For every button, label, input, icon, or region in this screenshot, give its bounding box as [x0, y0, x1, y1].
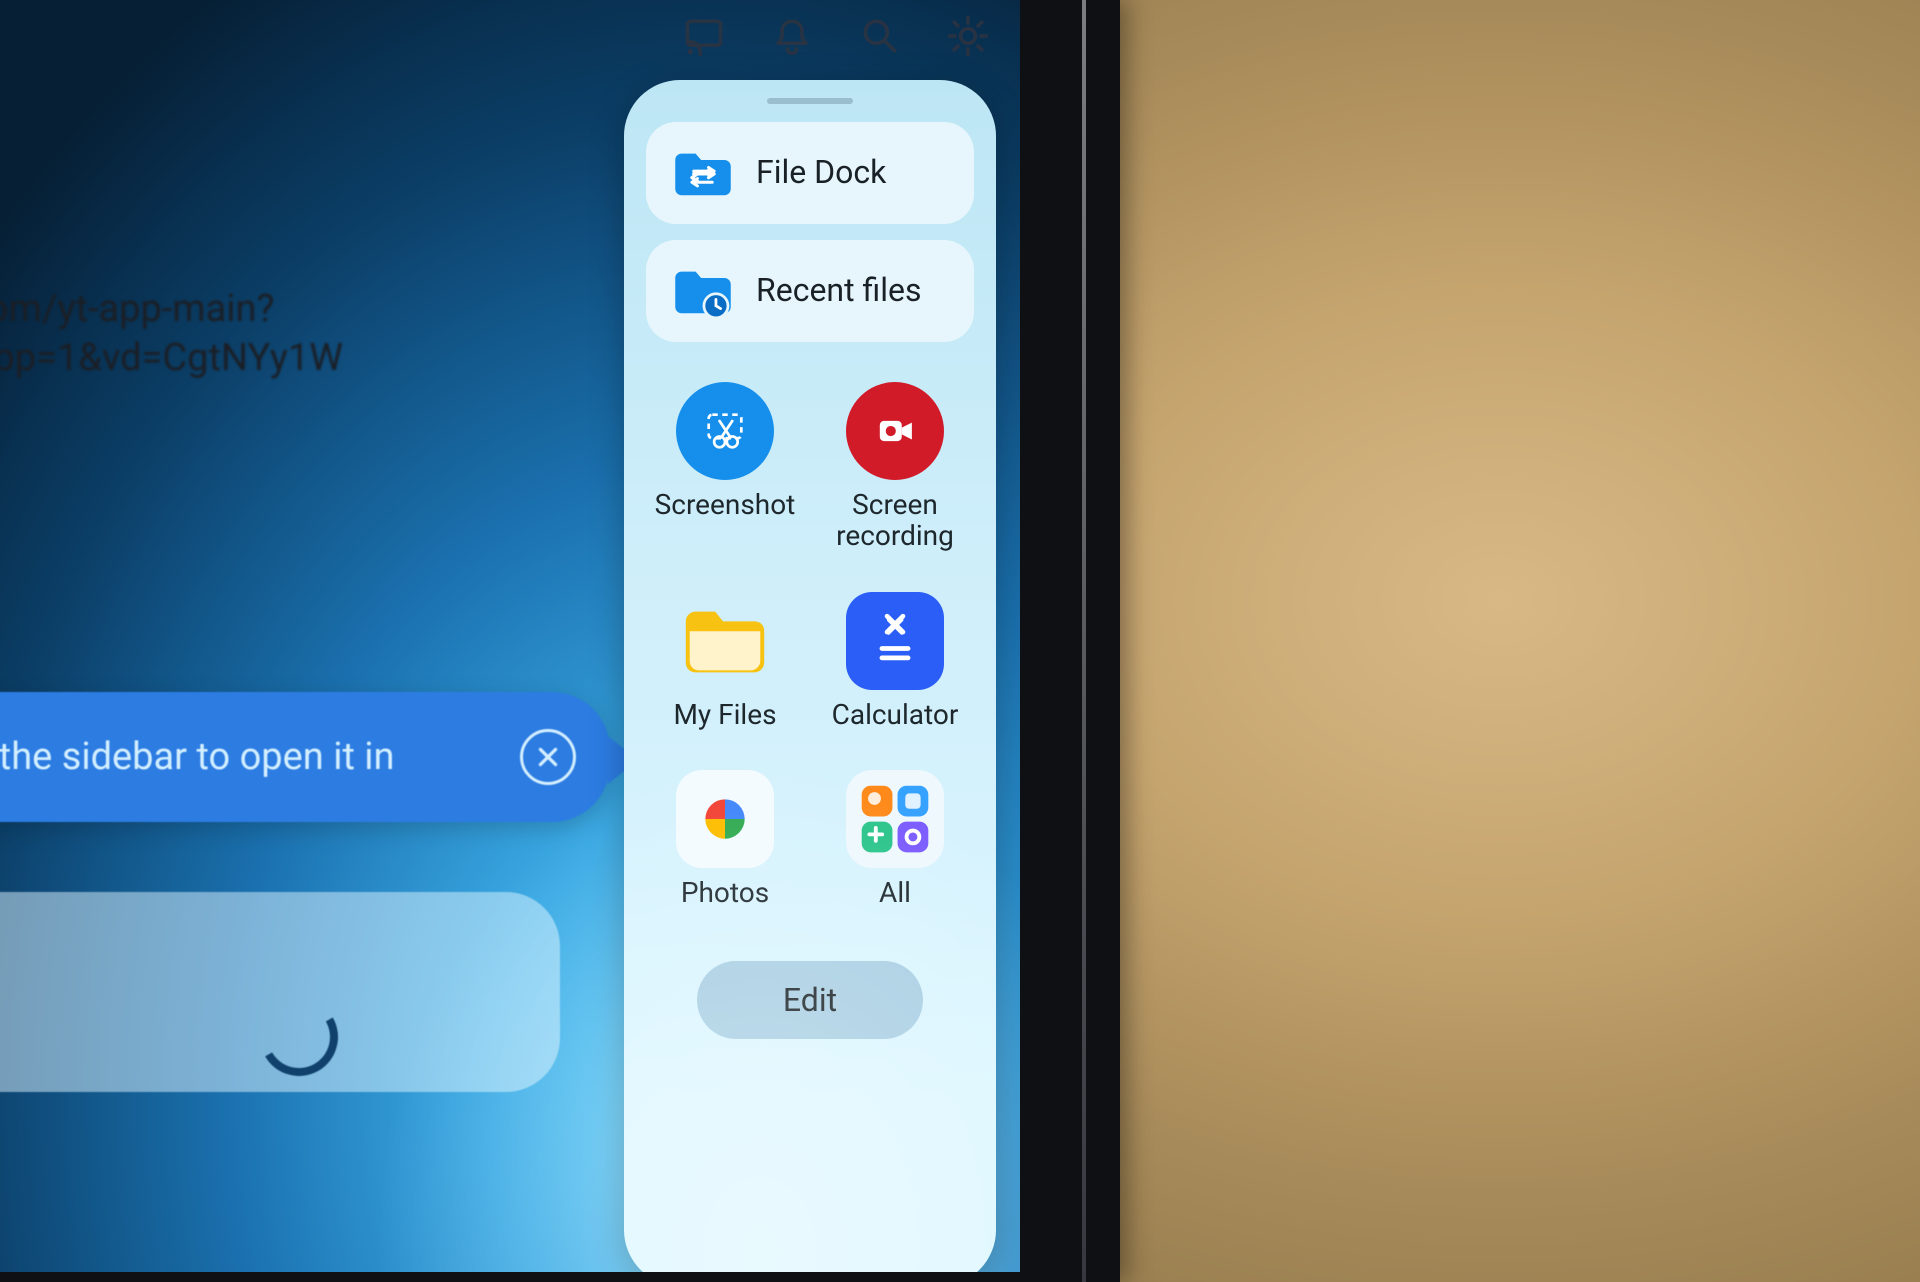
quick-item-file-dock[interactable]: File Dock: [646, 122, 974, 224]
quick-item-label: Recent files: [756, 273, 921, 308]
edit-button[interactable]: Edit: [697, 961, 923, 1039]
app-calculator[interactable]: Calculator: [816, 592, 974, 731]
file-dock-icon: [666, 136, 740, 210]
status-bar: [0, 0, 1020, 80]
gear-icon[interactable]: [946, 14, 990, 58]
loading-spinner-icon: [251, 989, 347, 1085]
app-screen-recording[interactable]: Screen recording: [816, 382, 974, 552]
sidebar-hint-text: out of the sidebar to open it in: [0, 735, 504, 779]
screenshot-icon: [676, 382, 774, 480]
page-error-fragment: ON_CLOSED: [0, 471, 520, 515]
app-all[interactable]: All: [816, 770, 974, 909]
app-label: My Files: [673, 700, 776, 731]
app-label: Photos: [681, 878, 769, 909]
side-quick-panel[interactable]: File Dock Recent files: [624, 80, 996, 1272]
quick-item-label: File Dock: [756, 155, 886, 190]
page-url-line-2: cm=2&hl=en&src=1&app=1&vd=CgtNYy1W: [0, 334, 520, 383]
app-photos[interactable]: Photos: [646, 770, 804, 909]
photos-icon: [676, 770, 774, 868]
app-label: Screen recording: [816, 490, 974, 552]
edit-button-label: Edit: [783, 981, 837, 1019]
background-page: available s://consent.youtube.com/yt-app…: [0, 110, 520, 515]
cast-icon[interactable]: [682, 14, 726, 58]
app-label: All: [879, 878, 911, 909]
calculator-icon: [846, 592, 944, 690]
sidebar-app-grid: Screenshot Screen recording: [646, 382, 974, 909]
my-files-icon: [676, 592, 774, 690]
loading-card: [0, 892, 560, 1092]
photo-backdrop: available s://consent.youtube.com/yt-app…: [0, 0, 1920, 1282]
app-my-files[interactable]: My Files: [646, 592, 804, 731]
tablet-edge: [1082, 0, 1086, 1282]
page-url-line-1: s://consent.youtube.com/yt-app-main?: [0, 285, 520, 334]
quick-item-recent-files[interactable]: Recent files: [646, 240, 974, 342]
page-because-line: because:: [0, 388, 520, 437]
screen-recording-icon: [846, 382, 944, 480]
app-screenshot[interactable]: Screenshot: [646, 382, 804, 552]
tablet-screen: available s://consent.youtube.com/yt-app…: [0, 0, 1020, 1272]
bell-icon[interactable]: [770, 14, 814, 58]
page-heading-fragment: available: [0, 150, 520, 225]
app-label: Screenshot: [655, 490, 796, 521]
app-label: Calculator: [832, 700, 959, 731]
search-icon[interactable]: [858, 14, 902, 58]
drag-handle[interactable]: [767, 98, 853, 104]
sidebar-hint-tooltip: out of the sidebar to open it in: [0, 692, 610, 822]
all-apps-icon: [846, 770, 944, 868]
close-icon[interactable]: [520, 729, 576, 785]
recent-files-icon: [666, 254, 740, 328]
